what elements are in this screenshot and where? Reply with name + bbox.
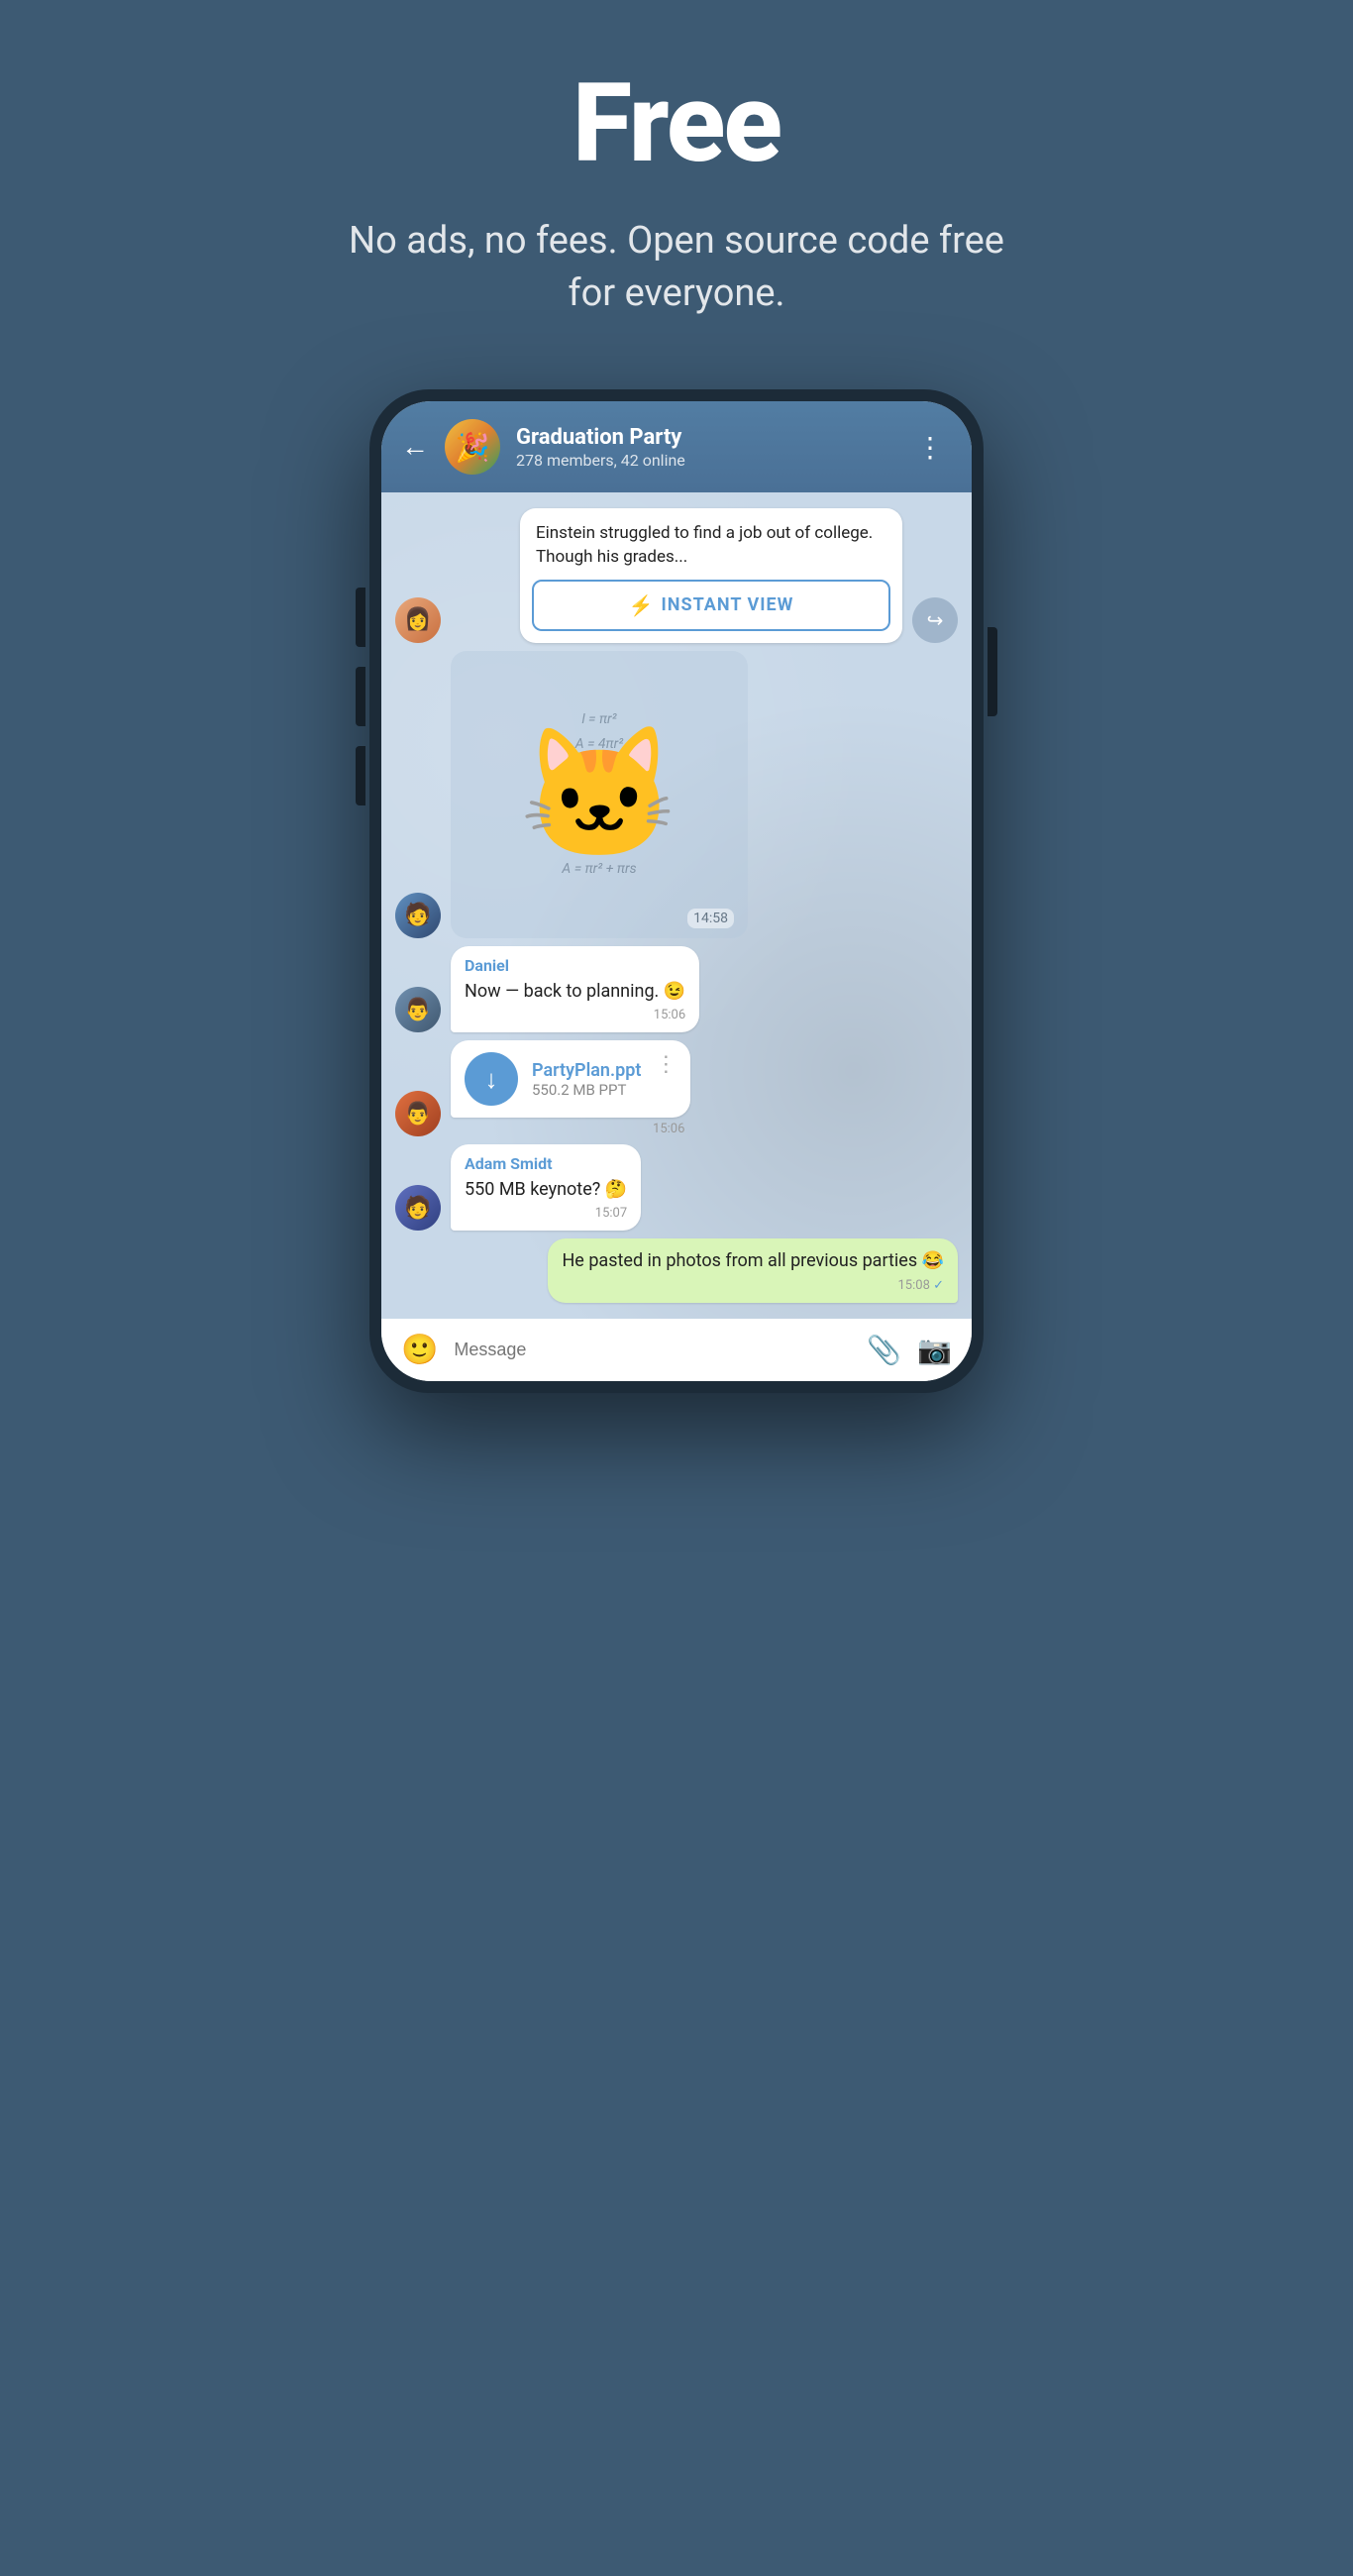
group-meta: 278 members, 42 online [516,451,892,470]
header-menu-button[interactable]: ⋮ [908,427,952,468]
group-name: Graduation Party [516,425,892,451]
daniel-time: 15:06 [465,1008,685,1022]
outgoing-time: 15:08 [562,1278,944,1293]
adam-bubble: Adam Smidt 550 MB keynote? 🤔 15:07 [451,1144,641,1231]
chat-header: ← 🎉 Graduation Party 278 members, 42 onl… [381,401,972,492]
camera-button[interactable]: 📷 [917,1334,952,1366]
instant-view-label: INSTANT VIEW [662,594,794,615]
back-button[interactable]: ← [401,433,429,461]
article-bubble: Einstein struggled to find a job out of … [520,508,902,643]
file-message-row: 👨 ↓ PartyPlan.ppt 550.2 MB PPT ⋮ 15:06 [395,1040,958,1136]
page-title: Free [572,59,781,187]
sticker-box: l = πr² A = 4πr² V = l² P = 2πr A = πr² … [451,651,748,938]
sender-avatar-girl: 👩 [395,597,441,643]
daniel-text: Now — back to planning. 😉 [465,979,685,1004]
article-preview-text: Einstein struggled to find a job out of … [520,508,902,580]
article-message-row: 👩 Einstein struggled to find a job out o… [395,508,958,643]
phone-mockup: ← 🎉 Graduation Party 278 members, 42 onl… [369,389,984,1392]
file-info: PartyPlan.ppt 550.2 MB PPT [532,1060,641,1099]
instant-view-button[interactable]: ⚡ INSTANT VIEW [532,580,890,631]
outgoing-text: He pasted in photos from all previous pa… [562,1248,944,1273]
file-bubble-wrapper: ↓ PartyPlan.ppt 550.2 MB PPT ⋮ 15:06 [451,1040,690,1136]
file-size: 550.2 MB PPT [532,1081,641,1099]
lightning-icon: ⚡ [629,593,654,617]
file-menu-button[interactable]: ⋮ [655,1052,676,1077]
adam-text: 550 MB keynote? 🤔 [465,1177,627,1202]
outgoing-message-row: He pasted in photos from all previous pa… [395,1238,958,1302]
adam-name: Adam Smidt [465,1154,627,1173]
adam-time: 15:07 [465,1206,627,1221]
sticker-container: l = πr² A = 4πr² V = l² P = 2πr A = πr² … [451,651,748,938]
sender-avatar-guy2: 👨 [395,1091,441,1136]
outgoing-bubble: He pasted in photos from all previous pa… [548,1238,958,1302]
messages-area: 👩 Einstein struggled to find a job out o… [381,492,972,1318]
file-name: PartyPlan.ppt [532,1060,641,1081]
file-bubble: ↓ PartyPlan.ppt 550.2 MB PPT ⋮ [451,1040,690,1118]
group-avatar: 🎉 [445,419,500,475]
daniel-name: Daniel [465,956,685,975]
chat-info: Graduation Party 278 members, 42 online [516,425,892,470]
input-bar: 🙂 📎 📷 [381,1319,972,1381]
sender-avatar-adam: 🧑 [395,1185,441,1231]
attach-button[interactable]: 📎 [867,1334,901,1366]
emoji-button[interactable]: 🙂 [401,1333,438,1367]
phone-screen: ← 🎉 Graduation Party 278 members, 42 onl… [381,401,972,1380]
hero-subtitle: No ads, no fees. Open source code free f… [330,215,1023,320]
daniel-bubble: Daniel Now — back to planning. 😉 15:06 [451,946,699,1032]
download-button[interactable]: ↓ [465,1052,518,1106]
adam-message-row: 🧑 Adam Smidt 550 MB keynote? 🤔 15:07 [395,1144,958,1231]
sticker-timestamp: 14:58 [687,909,734,928]
daniel-message-row: 👨 Daniel Now — back to planning. 😉 15:06 [395,946,958,1032]
sender-avatar-guy1: 🧑 [395,893,441,938]
share-button[interactable]: ↪ [912,597,958,643]
sticker-row: 🧑 l = πr² A = 4πr² V = l² P = 2πr A = πr… [395,651,958,938]
message-input[interactable] [454,1340,851,1360]
sender-avatar-daniel: 👨 [395,987,441,1032]
file-time: 15:06 [451,1120,690,1136]
cat-sticker: 🐱 [519,730,679,859]
